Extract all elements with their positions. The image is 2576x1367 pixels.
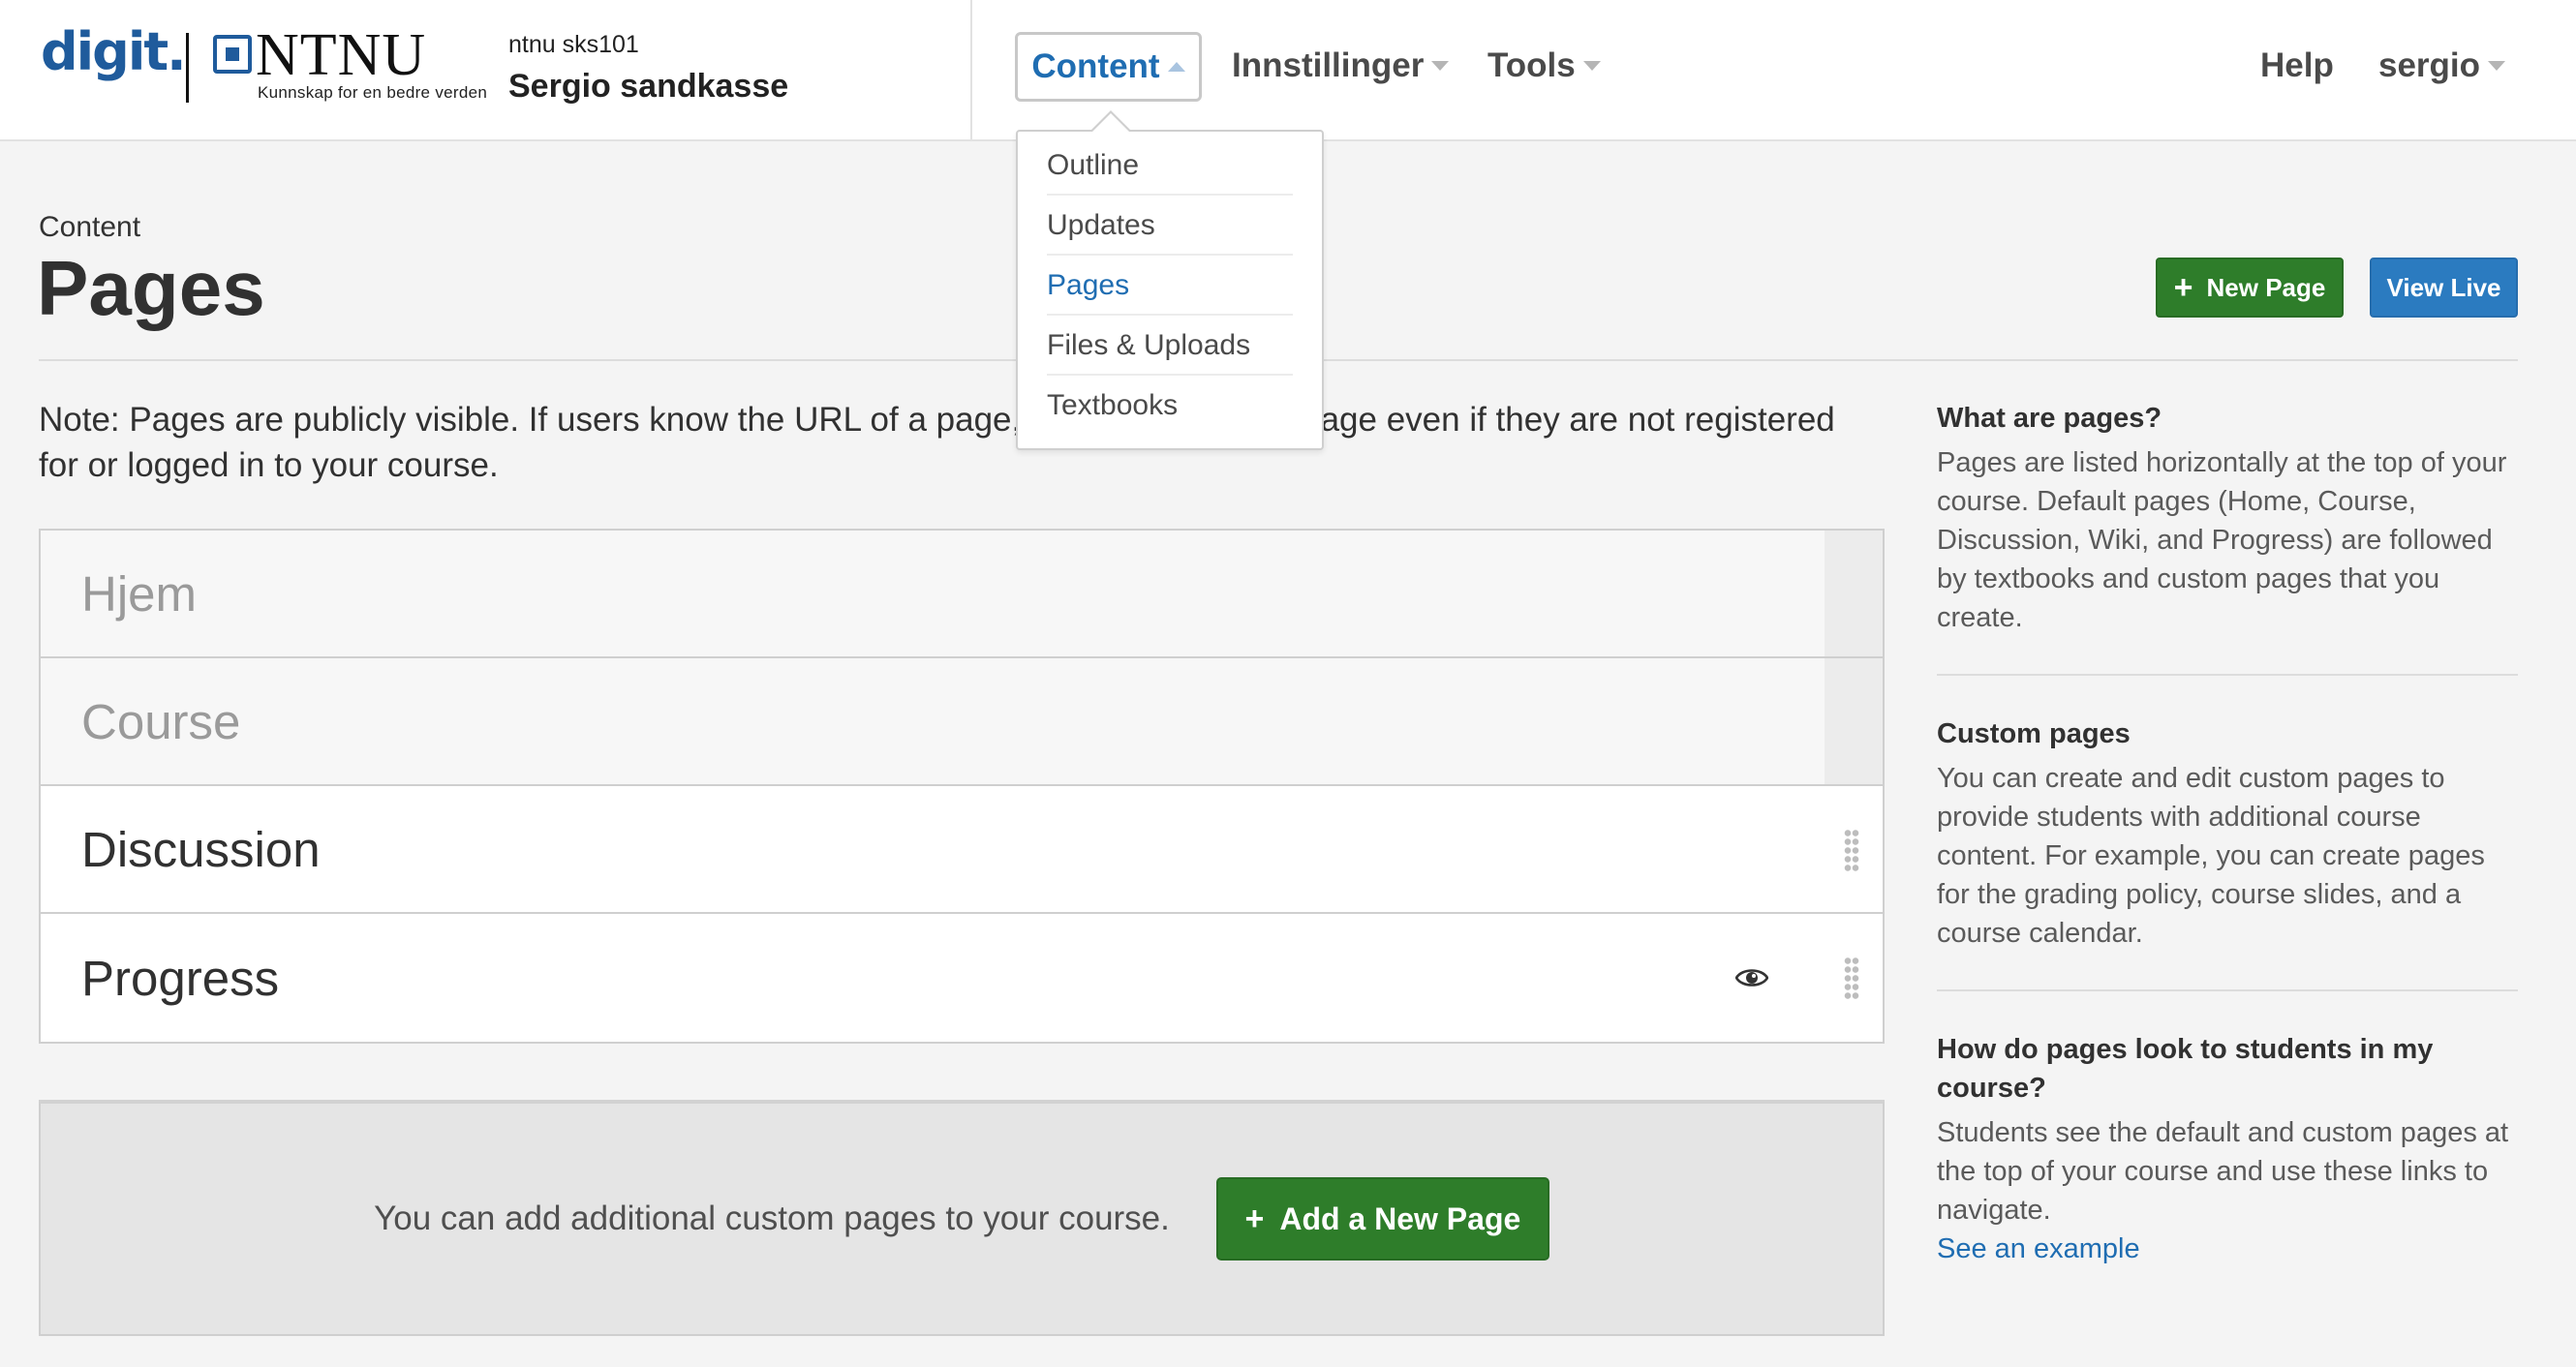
page-label: Hjem	[81, 565, 198, 622]
page-title: Pages	[37, 245, 265, 331]
help-title: What are pages?	[1937, 403, 2162, 434]
drag-handle-icon[interactable]	[1844, 957, 1859, 1001]
caret-down-icon	[1582, 61, 1601, 71]
see-example-link[interactable]: See an example	[1937, 1230, 2518, 1268]
ntnu-logo-icon	[213, 35, 252, 74]
digit-logo[interactable]: digit.	[41, 21, 187, 82]
caret-up-icon	[1167, 62, 1185, 72]
help-title: Custom pages	[1937, 718, 2131, 749]
page-label: Discussion	[81, 821, 321, 877]
help-text: Pages are listed horizontally at the top…	[1937, 447, 2507, 633]
menu-item-pages[interactable]: Pages	[1047, 256, 1293, 316]
page-row-progress[interactable]: Progress	[41, 914, 1883, 1042]
page-label: Course	[81, 693, 241, 749]
nav-user-label: sergio	[2378, 46, 2481, 84]
public-visibility-note: Note: Pages are publicly visible. If use…	[39, 401, 1835, 484]
add-new-page-label: Add a New Page	[1279, 1200, 1521, 1236]
page-row-course: Course	[41, 658, 1883, 786]
logo-divider	[186, 33, 189, 103]
course-code: ntnu sks101	[508, 31, 639, 58]
menu-item-outline[interactable]: Outline	[1047, 136, 1293, 196]
nav-help-label: Help	[2260, 46, 2334, 84]
page-row-discussion[interactable]: Discussion	[41, 786, 1883, 914]
content-dropdown-menu: Outline Updates Pages Files & Uploads Te…	[1016, 110, 1324, 450]
nav-user-menu[interactable]: sergio	[2378, 46, 2506, 85]
add-new-page-button[interactable]: + Add a New Page	[1215, 1177, 1549, 1261]
nav-help-link[interactable]: Help	[2260, 46, 2334, 85]
page-label: Progress	[81, 950, 280, 1006]
menu-item-updates[interactable]: Updates	[1047, 196, 1293, 256]
course-name: Sergio sandkasse	[508, 68, 789, 105]
view-live-button[interactable]: View Live	[2370, 258, 2518, 318]
nav-settings-label: Innstillinger	[1232, 46, 1425, 84]
help-text: Students see the default and custom page…	[1937, 1117, 2509, 1226]
new-page-label: New Page	[2206, 272, 2326, 302]
menu-item-textbooks[interactable]: Textbooks	[1047, 376, 1293, 436]
ntnu-tagline: Kunnskap for en bedre verden	[258, 83, 488, 102]
help-title: How do pages look to students in my cour…	[1937, 1034, 2434, 1104]
plus-icon: +	[2173, 269, 2193, 306]
menu-item-files-uploads[interactable]: Files & Uploads	[1047, 316, 1293, 376]
help-sidebar: What are pages? Pages are listed horizon…	[1937, 399, 2518, 1344]
top-header: digit. NTNU Kunnskap for en bedre verden…	[0, 0, 2576, 141]
nav-settings-menu[interactable]: Innstillinger	[1232, 46, 1450, 85]
add-page-text: You can add additional custom pages to y…	[374, 1200, 1170, 1237]
page-row-hjem: Hjem	[41, 531, 1883, 658]
caret-down-icon	[1431, 61, 1450, 71]
drag-handle-icon[interactable]	[1844, 829, 1859, 873]
help-student-view: How do pages look to students in my cour…	[1937, 1030, 2518, 1305]
header-divider	[970, 0, 972, 141]
plus-icon: +	[1244, 1200, 1265, 1237]
nav-tools-label: Tools	[1487, 46, 1576, 84]
help-custom-pages: Custom pages You can create and edit cus…	[1937, 714, 2518, 991]
add-page-section: You can add additional custom pages to y…	[39, 1100, 1885, 1336]
pages-list: Hjem Course Discussion Progress	[39, 529, 1885, 1044]
row-gutter	[1825, 531, 1883, 656]
nav-content-label: Content	[1031, 47, 1160, 85]
caret-down-icon	[2488, 61, 2506, 71]
ntnu-logo-text: NTNU	[256, 22, 427, 88]
breadcrumb: Content	[39, 211, 141, 243]
eye-icon[interactable]	[1735, 966, 1768, 989]
nav-content-menu[interactable]: Content	[1015, 32, 1202, 102]
view-live-label: View Live	[2386, 272, 2501, 302]
row-gutter	[1825, 658, 1883, 784]
new-page-button[interactable]: + New Page	[2156, 258, 2344, 318]
help-text: You can create and edit custom pages to …	[1937, 763, 2485, 949]
help-what-are-pages: What are pages? Pages are listed horizon…	[1937, 399, 2518, 676]
nav-tools-menu[interactable]: Tools	[1487, 46, 1601, 85]
